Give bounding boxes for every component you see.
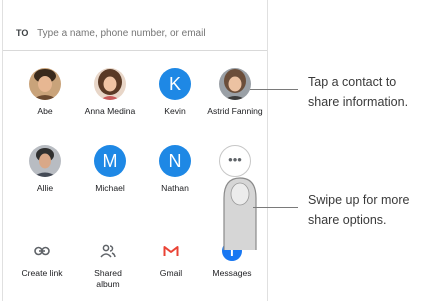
callout-line-contact <box>250 89 298 90</box>
contact-name: Michael <box>95 183 125 193</box>
contact-nathan[interactable]: N Nathan <box>143 145 207 194</box>
app-create-link[interactable]: Create link <box>10 240 74 279</box>
callout-line-2: share options. <box>308 213 387 227</box>
avatar <box>219 68 251 100</box>
contact-name: Abe <box>37 106 53 116</box>
app-shared-album[interactable]: Shared album <box>76 240 140 290</box>
contact-name: Astrid Fanning <box>207 106 263 116</box>
people-icon <box>76 240 140 262</box>
avatar: M <box>94 145 126 177</box>
contact-name: Nathan <box>161 183 189 193</box>
callout-line-swipe <box>253 207 298 208</box>
app-name: Create link <box>21 268 63 278</box>
contact-name: Allie <box>36 183 54 193</box>
contact-anna-medina[interactable]: Anna Medina <box>78 68 142 117</box>
gmail-icon <box>139 240 203 262</box>
app-gmail[interactable]: Gmail <box>139 240 203 279</box>
avatar <box>29 145 61 177</box>
to-label: TO <box>16 28 29 38</box>
callout-line-1: Swipe up for more <box>308 193 410 207</box>
contact-name: Kevin <box>164 106 186 116</box>
avatar <box>29 68 61 100</box>
callout-line-1: Tap a contact to <box>308 75 397 89</box>
contact-michael[interactable]: M Michael <box>78 145 142 194</box>
app-name: Gmail <box>159 268 183 278</box>
contact-astrid-fanning[interactable]: Astrid Fanning <box>203 68 267 117</box>
contact-kevin[interactable]: K Kevin <box>143 68 207 117</box>
recipient-row: TO <box>16 28 258 39</box>
callout-swipe-up: Swipe up for more share options. <box>308 190 409 230</box>
swipe-gesture-icon <box>223 177 257 250</box>
avatar <box>94 68 126 100</box>
callout-line-2: share information. <box>308 95 409 109</box>
contact-allie[interactable]: Allie <box>13 145 77 194</box>
contact-name: Anna Medina <box>84 106 136 116</box>
avatar: K <box>159 68 191 100</box>
recipient-input[interactable] <box>37 28 258 39</box>
divider <box>3 50 267 51</box>
link-icon <box>10 240 74 262</box>
app-name: Messages <box>212 268 252 278</box>
share-sheet: TO Abe Anna Medina K Kevin <box>2 0 268 301</box>
contact-abe[interactable]: Abe <box>13 68 77 117</box>
avatar: N <box>159 145 191 177</box>
app-name: Shared album <box>94 268 122 289</box>
callout-tap-contact: Tap a contact to share information. <box>308 72 408 112</box>
